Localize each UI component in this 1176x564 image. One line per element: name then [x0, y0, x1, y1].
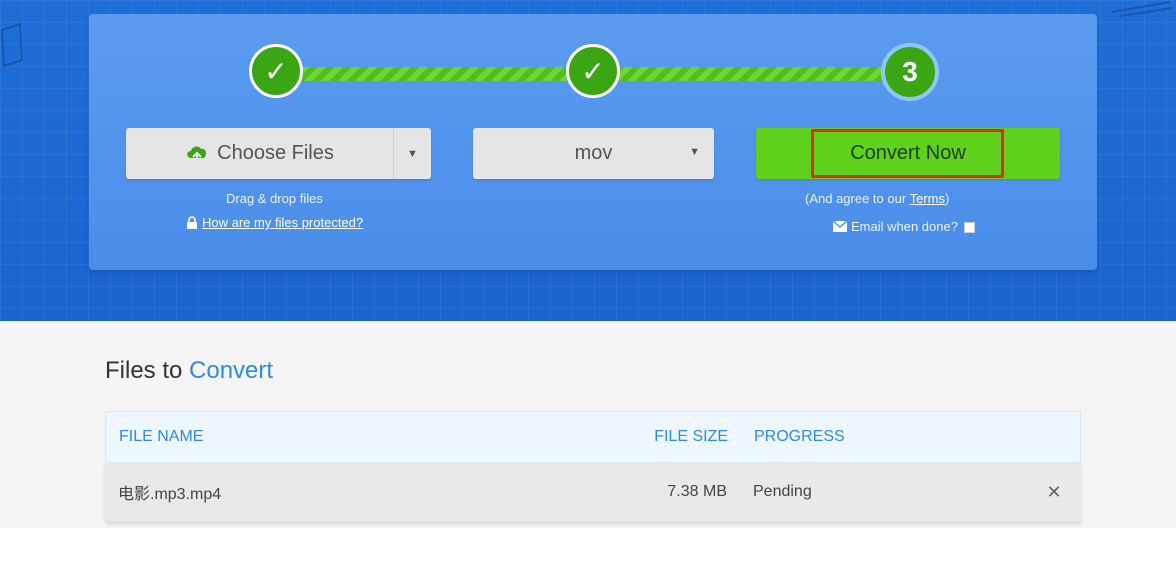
choose-files-label: Choose Files	[217, 142, 334, 164]
hero-banner: ✓ ✓ 3 Choose Files ▼ Drag & drop files H…	[0, 0, 1176, 321]
email-label: Email when done?	[851, 219, 958, 234]
files-title: Files to Convert	[105, 357, 274, 384]
drag-drop-text: Drag & drop files	[226, 191, 323, 206]
envelope-icon	[832, 220, 848, 232]
files-protected-link[interactable]: How are my files protected?	[202, 215, 363, 230]
progress-cell: Pending	[753, 483, 812, 500]
choose-files-button[interactable]: Choose Files ▼	[126, 128, 431, 179]
col-file-name: FILE NAME	[119, 428, 204, 445]
cloud-upload-icon	[187, 146, 207, 165]
table-row: 电影.mp3.mp4 7.38 MB Pending ✕	[105, 463, 1081, 521]
files-table: FILE NAME FILE SIZE PROGRESS 电影.mp3.mp4 …	[105, 411, 1081, 521]
format-select[interactable]: mov ▼	[473, 128, 714, 179]
sketch-decoration-icon	[1111, 1, 1173, 17]
agree-terms-text: (And agree to our Terms)	[805, 191, 950, 206]
step-number: 3	[902, 56, 918, 87]
email-checkbox[interactable]	[963, 222, 975, 234]
step-1-done: ✓	[249, 44, 303, 98]
lock-icon	[187, 216, 197, 229]
convert-now-label: Convert Now	[850, 142, 966, 164]
remove-file-button[interactable]: ✕	[1027, 482, 1081, 503]
converter-panel: ✓ ✓ 3 Choose Files ▼ Drag & drop files H…	[89, 14, 1097, 270]
step-3-current: 3	[881, 43, 939, 101]
caret-down-icon: ▼	[407, 147, 418, 160]
convert-now-button[interactable]: Convert Now	[756, 128, 1060, 179]
caret-down-icon: ▼	[689, 146, 700, 158]
check-icon: ✓	[264, 55, 288, 87]
format-value: mov	[574, 142, 613, 164]
step-2-done: ✓	[566, 44, 620, 98]
table-header: FILE NAME FILE SIZE PROGRESS	[105, 411, 1081, 463]
col-file-size: FILE SIZE	[654, 428, 728, 445]
files-protected: How are my files protected?	[186, 215, 363, 230]
sketch-decoration-icon	[0, 22, 24, 68]
step-track-2	[617, 67, 907, 81]
file-name-cell: 电影.mp3.mp4	[118, 486, 222, 503]
email-when-done: Email when done?	[832, 219, 975, 234]
col-progress: PROGRESS	[754, 428, 845, 445]
terms-link[interactable]: Terms	[910, 191, 945, 206]
files-section: Files to Convert FILE NAME FILE SIZE PRO…	[0, 321, 1176, 528]
choose-files-main[interactable]: Choose Files	[126, 128, 394, 179]
close-icon: ✕	[1046, 481, 1062, 502]
check-icon: ✓	[581, 55, 605, 87]
file-size-cell: 7.38 MB	[667, 483, 727, 500]
step-track-1	[299, 67, 584, 81]
choose-files-dropdown[interactable]: ▼	[394, 148, 431, 160]
